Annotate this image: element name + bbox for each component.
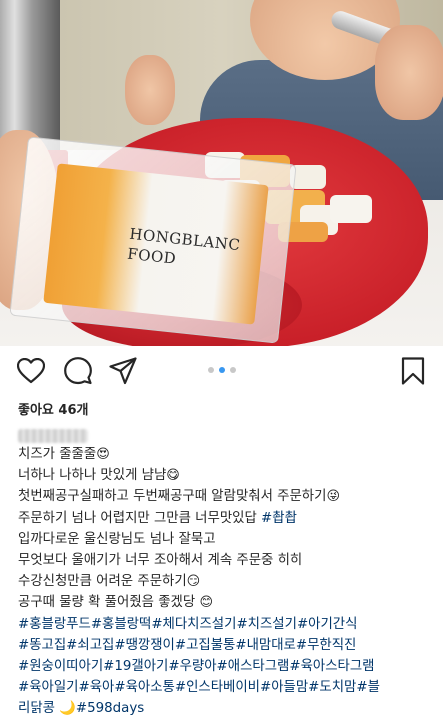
caption-text: 첫번째공구실패하고 두번째공구때 알람맞춰서 주문하기 <box>18 489 327 505</box>
emoji-icon: 😋 <box>166 468 180 484</box>
carousel-dot <box>218 367 225 373</box>
hashtag-link[interactable]: #원숭이띠아기#19갤아기#우량아#애스타그램#육아스타그램 <box>18 659 374 674</box>
carousel-dot <box>207 367 214 373</box>
caption-line: #육아일기#육아#육아소통#인스타베이비#아들맘#도치맘#블 <box>18 677 436 698</box>
caption-text: 치즈가 줄줄줄 <box>18 447 97 462</box>
caption-text: 무엇보다 울애기가 너무 조아해서 계속 주문중 히히 <box>18 552 303 568</box>
hashtag-link[interactable]: #촵촵 <box>261 511 297 526</box>
caption-line: 무엇보다 울애기가 너무 조아해서 계속 주문중 히히 <box>18 550 436 571</box>
caption-line: 입까다로운 울신랑님도 넘나 잘묵고 <box>18 529 436 550</box>
caption-line: 공구때 물량 확 풀어줬음 좋겠당 😊 <box>18 592 436 613</box>
emoji-icon: 😏 <box>186 574 201 590</box>
hashtag-link[interactable]: #홍블랑푸드#홍블랑떡#체다치즈설기#치즈설기#아기간식 <box>18 617 357 632</box>
caption-line: 치즈가 줄줄줄😍 <box>18 444 436 465</box>
post-photo[interactable]: HONGBLANC FOOD <box>0 0 443 346</box>
caption-text: 입까다로운 울신랑님도 넘나 잘묵고 <box>18 531 216 547</box>
caption-text: 주문하기 넘나 어렵지만 그만큼 너무맛있답 <box>18 510 262 526</box>
caption-line: 주문하기 넘나 어렵지만 그만큼 너무맛있답 #촵촵 <box>18 508 436 529</box>
child-hand <box>375 25 443 120</box>
emoji-icon: 😜 <box>326 489 340 505</box>
carousel-indicator <box>0 367 443 375</box>
likes-count[interactable]: 좋아요 46개 <box>18 399 88 418</box>
carousel-dot <box>229 367 236 373</box>
author-username-blurred[interactable] <box>18 429 88 443</box>
hashtag-link[interactable]: #육아일기#육아#육아소통#인스타베이비#아들맘#도치맘#블 <box>18 680 380 695</box>
post-caption: 치즈가 줄줄줄😍 너하나 나하나 맛있게 냠냠😋 첫번째공구실패하고 두번째공구때 … <box>18 444 436 719</box>
hashtag-link[interactable]: 리닭콩 🌙#598days <box>18 701 144 716</box>
caption-text: 너하나 나하나 맛있게 냠냠 <box>18 468 167 484</box>
hashtag-link[interactable]: #똥고집#쇠고집#땡깡쟁이#고집불통#내맘대로#무한직진 <box>18 638 356 653</box>
caption-line: 첫번째공구실패하고 두번째공구때 알람맞춰서 주문하기😜 <box>18 486 436 507</box>
caption-text: 공구때 물량 확 풀어줬음 좋겠당 <box>18 595 200 611</box>
child-hand <box>125 55 175 125</box>
caption-line: #원숭이띠아기#19갤아기#우량아#애스타그램#육아스타그램 <box>18 656 436 677</box>
emoji-icon: 😍 <box>96 447 110 462</box>
caption-line: 수강신청만큼 어려운 주문하기😏 <box>18 571 436 592</box>
caption-text: 수강신청만큼 어려운 주문하기 <box>18 574 187 590</box>
caption-line: #홍블랑푸드#홍블랑떡#체다치즈설기#치즈설기#아기간식 <box>18 614 436 635</box>
caption-line: #똥고집#쇠고집#땡깡쟁이#고집불통#내맘대로#무한직진 <box>18 635 436 656</box>
caption-line: 너하나 나하나 맛있게 냠냠😋 <box>18 465 436 486</box>
caption-line: 리닭콩 🌙#598days <box>18 698 436 719</box>
emoji-icon: 😊 <box>199 595 213 611</box>
food-piece <box>330 195 372 223</box>
